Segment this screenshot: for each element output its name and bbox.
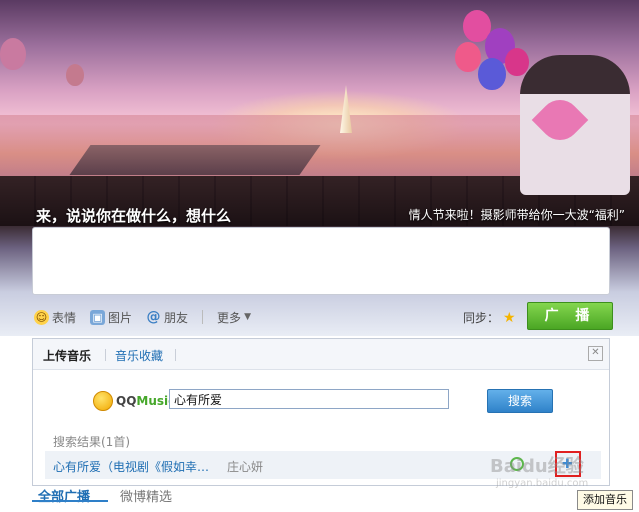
sync-label: 同步： — [463, 311, 500, 325]
music-panel-tabs: 上传音乐 音乐收藏 ✕ — [33, 339, 609, 370]
result-artist: 庄心妍 — [227, 460, 264, 474]
qq-music-logo: QQMusic — [93, 391, 175, 411]
balloon-icon — [0, 38, 26, 70]
compose-prompt: 来，说说你在做什么，想什么 — [36, 207, 232, 225]
watermark-logo: Baidu经验 — [490, 456, 584, 477]
balloon-icon — [478, 58, 506, 90]
star-icon[interactable]: ★ — [503, 310, 516, 326]
qq-music-icon — [93, 391, 113, 411]
at-icon: @ — [146, 308, 161, 325]
friends-label: 朋友 — [164, 310, 189, 325]
feed-tabs: 全部广播 微博精选 — [32, 486, 632, 508]
close-icon[interactable]: ✕ — [588, 346, 603, 361]
status-textarea[interactable] — [32, 227, 610, 295]
picture-icon: ▣ — [90, 309, 106, 325]
smiley-icon: ☺ — [34, 309, 49, 325]
broadcast-button[interactable]: 广 播 — [527, 302, 613, 330]
tab-upload-music[interactable]: 上传音乐 — [43, 347, 91, 364]
more-label: 更多 — [217, 310, 242, 325]
search-button[interactable]: 搜索 — [487, 389, 553, 413]
picture-label: 图片 — [108, 310, 133, 325]
watermark-url: jingyan.baidu.com — [496, 478, 589, 489]
friends-button[interactable]: @ 朋友 — [146, 308, 189, 326]
active-tab-underline — [32, 500, 108, 502]
chevron-down-icon: ▼ — [244, 312, 251, 322]
balloon-icon — [455, 42, 481, 72]
composer-toolbar: ☺ 表情 ▣ 图片 @ 朋友 更多 ▼ — [34, 308, 251, 326]
toolbar-divider — [202, 310, 204, 324]
tab-all-broadcasts[interactable]: 全部广播 — [38, 486, 90, 505]
balloon-icon — [505, 48, 529, 76]
balloon-icon — [66, 64, 84, 86]
add-music-tooltip: 添加音乐 — [577, 490, 633, 510]
emoji-button[interactable]: ☺ 表情 — [34, 309, 76, 326]
qq-music-wordmark: QQMusic — [116, 394, 176, 408]
result-title-link[interactable]: 心有所爱（电视剧《假如幸… — [53, 458, 215, 475]
header-banner: 来，说说你在做什么，想什么 情人节来啦！摄影师带给你一大波“福利” — [0, 0, 639, 226]
emoji-label: 表情 — [52, 310, 77, 325]
more-button[interactable]: 更多 ▼ — [217, 309, 251, 326]
tab-music-favorites[interactable]: 音乐收藏 — [115, 347, 163, 364]
result-count: 搜索结果(1首) — [53, 435, 130, 449]
tab-divider — [175, 349, 176, 361]
music-search-input[interactable] — [169, 389, 449, 409]
picture-button[interactable]: ▣ 图片 — [90, 309, 132, 326]
tab-weibo-picks[interactable]: 微博精选 — [120, 486, 172, 505]
sync-control[interactable]: 同步： ★ — [463, 309, 516, 326]
tab-divider — [105, 349, 106, 361]
pier-image — [69, 145, 321, 175]
promo-link[interactable]: 情人节来啦！摄影师带给你一大波“福利” — [409, 206, 625, 223]
